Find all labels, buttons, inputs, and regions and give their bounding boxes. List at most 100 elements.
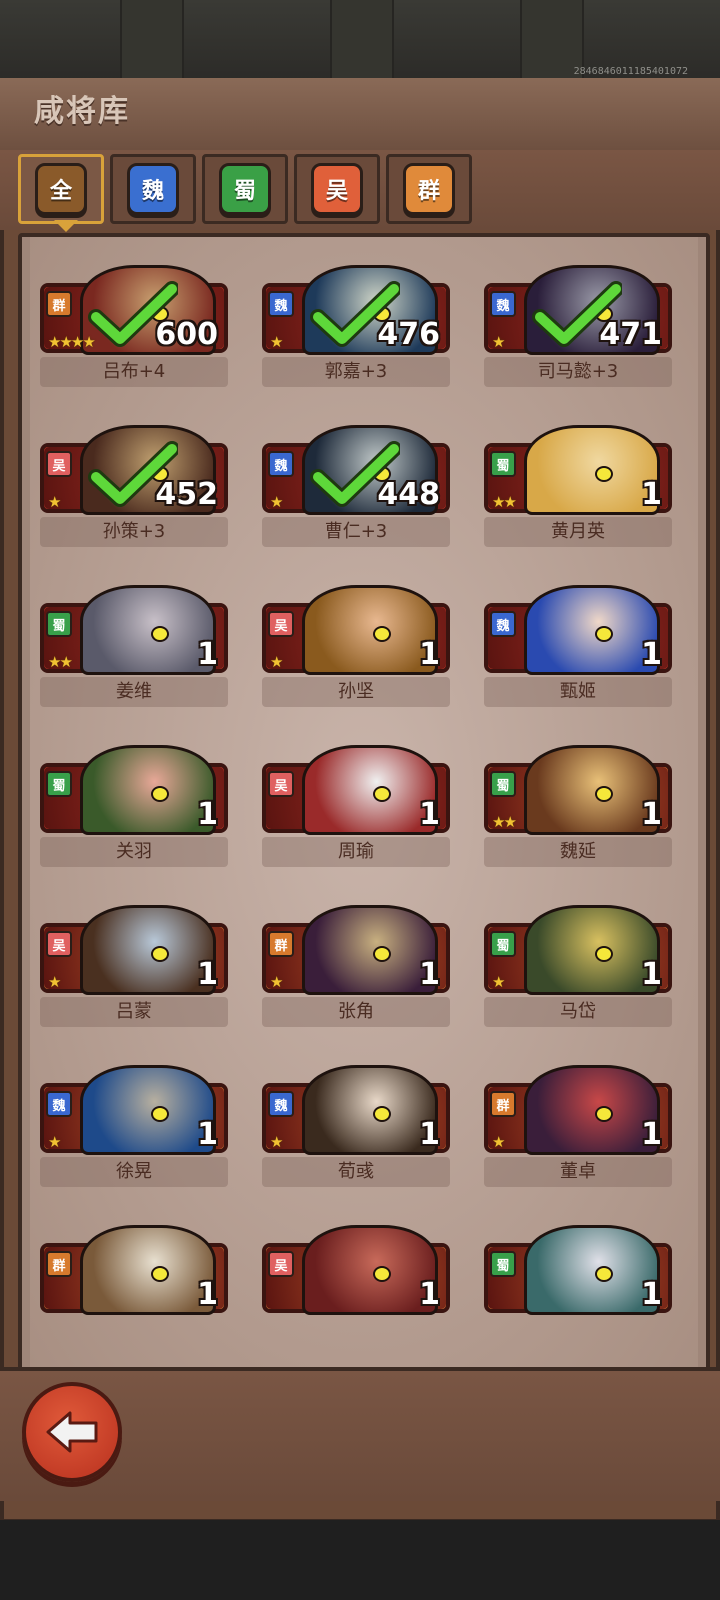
hero-portrait [524, 1225, 660, 1315]
hero-grid: 群 600 ★★★★ 吕布+4 魏 476 ★ 郭嘉+3 魏 471 ★ 司马懿+3 吴 452 ★ 孙策+3… [30, 237, 698, 1367]
hero-name: 徐晃 [40, 1157, 228, 1187]
hero-name: 魏延 [484, 837, 672, 867]
hero-card[interactable]: 吴 1 ★ 孙坚 [262, 585, 452, 707]
hero-portrait [302, 745, 438, 835]
hero-card[interactable]: 吴 452 ★ 孙策+3 [40, 425, 230, 547]
hero-name: 吕布+4 [40, 357, 228, 387]
hero-card[interactable]: 魏 1 甄姬 [484, 585, 674, 707]
hero-eye [373, 946, 391, 962]
star-rating-icon: ★ [48, 973, 62, 991]
faction-badge: 吴 [268, 771, 294, 797]
hero-eye [151, 1266, 169, 1282]
star-rating-icon: ★ [270, 973, 284, 991]
hero-portrait [80, 1225, 216, 1315]
tab-faction-2[interactable]: 蜀 [202, 154, 288, 224]
faction-badge: 魏 [268, 451, 294, 477]
hero-card[interactable]: 蜀 1 关羽 [40, 745, 230, 867]
decor-post [120, 0, 184, 80]
hero-card[interactable]: 吴1 [262, 1225, 452, 1321]
faction-badge: 魏 [268, 291, 294, 317]
hero-count: 1 [641, 637, 662, 672]
hero-name: 甄姬 [484, 677, 672, 707]
hero-count: 1 [197, 1277, 218, 1312]
hero-card[interactable]: 魏 1 ★ 荀彧 [262, 1065, 452, 1187]
hero-eye [373, 786, 391, 802]
hero-card[interactable]: 蜀1 [484, 1225, 674, 1321]
star-rating-icon: ★ [270, 333, 284, 351]
faction-badge: 魏 [268, 1091, 294, 1117]
star-rating-icon: ★★ [492, 493, 517, 511]
tab-faction-3[interactable]: 吴 [294, 154, 380, 224]
hero-eye [373, 626, 391, 642]
hero-name: 郭嘉+3 [262, 357, 450, 387]
hero-portrait [302, 905, 438, 995]
tab-faction-label: 蜀 [219, 163, 271, 215]
star-rating-icon: ★ [492, 1133, 506, 1151]
hero-count: 1 [641, 1277, 662, 1312]
hero-count: 452 [155, 477, 218, 512]
hero-card[interactable]: 群 1 ★ 张角 [262, 905, 452, 1027]
system-bar [0, 1520, 720, 1600]
faction-badge: 群 [46, 291, 72, 317]
tab-faction-label: 群 [403, 163, 455, 215]
hero-card[interactable]: 蜀 1 ★★ 魏延 [484, 745, 674, 867]
tab-faction-label: 吴 [311, 163, 363, 215]
hero-card[interactable]: 群 600 ★★★★ 吕布+4 [40, 265, 230, 387]
hero-count: 1 [641, 957, 662, 992]
hero-count: 1 [641, 477, 662, 512]
hero-card[interactable]: 吴 1 ★ 吕蒙 [40, 905, 230, 1027]
hero-card[interactable]: 魏 1 ★ 徐晃 [40, 1065, 230, 1187]
hero-eye [151, 946, 169, 962]
faction-badge: 魏 [46, 1091, 72, 1117]
hero-count: 448 [377, 477, 440, 512]
faction-badge: 吴 [268, 611, 294, 637]
hero-card[interactable]: 群 1 ★ 董卓 [484, 1065, 674, 1187]
hero-portrait [302, 1225, 438, 1315]
faction-badge: 魏 [490, 291, 516, 317]
back-arrow-icon [46, 1411, 98, 1453]
tab-faction-4[interactable]: 群 [386, 154, 472, 224]
hero-count: 476 [377, 317, 440, 352]
hero-eye [595, 786, 613, 802]
hero-name: 马岱 [484, 997, 672, 1027]
faction-badge: 吴 [46, 931, 72, 957]
active-tab-pointer-icon [54, 220, 78, 232]
star-rating-icon: ★ [270, 1133, 284, 1151]
hero-card[interactable]: 蜀 1 ★★ 黄月英 [484, 425, 674, 547]
hero-count: 1 [419, 1277, 440, 1312]
faction-badge: 蜀 [490, 771, 516, 797]
hero-eye [151, 626, 169, 642]
hero-card[interactable]: 魏 448 ★ 曹仁+3 [262, 425, 452, 547]
faction-badge: 蜀 [46, 611, 72, 637]
hero-count: 1 [197, 957, 218, 992]
hero-card[interactable]: 群1 [40, 1225, 230, 1321]
hero-eye [595, 626, 613, 642]
hero-portrait [80, 745, 216, 835]
hero-eye [151, 1106, 169, 1122]
tab-faction-label: 魏 [127, 163, 179, 215]
hero-card[interactable]: 魏 476 ★ 郭嘉+3 [262, 265, 452, 387]
hero-collection-panel[interactable]: 群 600 ★★★★ 吕布+4 魏 476 ★ 郭嘉+3 魏 471 ★ 司马懿+3 吴 452 ★ 孙策+3… [18, 233, 710, 1371]
faction-badge: 蜀 [490, 451, 516, 477]
faction-badge: 群 [490, 1091, 516, 1117]
hero-name: 孙策+3 [40, 517, 228, 547]
star-rating-icon: ★★ [48, 653, 73, 671]
tab-faction-1[interactable]: 魏 [110, 154, 196, 224]
hero-portrait [302, 1065, 438, 1155]
hero-card[interactable]: 蜀 1 ★ 马岱 [484, 905, 674, 1027]
hero-count: 1 [419, 957, 440, 992]
star-rating-icon: ★ [48, 1133, 62, 1151]
hero-card[interactable]: 魏 471 ★ 司马懿+3 [484, 265, 674, 387]
hero-name: 董卓 [484, 1157, 672, 1187]
faction-badge: 群 [268, 931, 294, 957]
hero-eye [595, 466, 613, 482]
back-button[interactable] [22, 1382, 122, 1482]
hero-portrait [80, 585, 216, 675]
hero-count: 1 [197, 637, 218, 672]
hero-portrait [80, 905, 216, 995]
tab-faction-0[interactable]: 全 [18, 154, 104, 224]
faction-badge: 魏 [490, 611, 516, 637]
hero-card[interactable]: 蜀 1 ★★ 姜维 [40, 585, 230, 707]
hero-card[interactable]: 吴 1 周瑜 [262, 745, 452, 867]
hero-eye [373, 1266, 391, 1282]
